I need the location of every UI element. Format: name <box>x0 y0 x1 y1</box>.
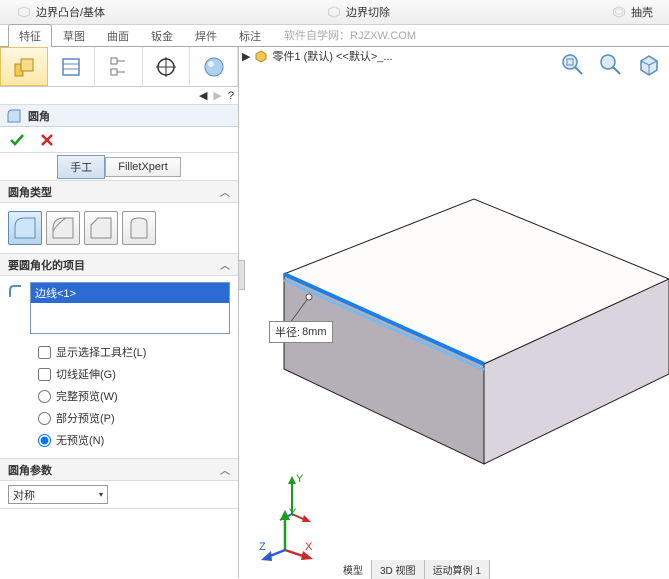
breadcrumb-arrow-icon[interactable]: ▶ <box>242 50 250 63</box>
featuremgr-tab-icon[interactable] <box>0 47 48 86</box>
ok-button[interactable] <box>8 131 26 149</box>
constant-radius-button[interactable] <box>8 211 42 245</box>
dimxpert-tab-icon[interactable] <box>143 47 191 86</box>
part-icon <box>254 49 268 63</box>
symmetric-combo[interactable]: 对称▾ <box>8 485 108 504</box>
radius-label: 半径: <box>275 324 300 340</box>
svg-text:Z: Z <box>259 541 266 553</box>
svg-text:Y: Y <box>296 474 304 485</box>
property-manager-panel: ◀ ▶ ? 圆角 手工 FilletXpert 圆角类型 ︿ 要圆角化的项目 <box>0 47 239 578</box>
face-fillet-button[interactable] <box>84 211 118 245</box>
configmgr-tab-icon[interactable] <box>95 47 143 86</box>
propertymgr-tab-icon[interactable] <box>48 47 96 86</box>
help-icon[interactable]: ? <box>228 90 234 102</box>
chevron-up-icon[interactable]: ︿ <box>220 462 230 477</box>
tab-sketch[interactable]: 草图 <box>52 24 96 47</box>
history-back-icon[interactable]: ◀ <box>199 89 207 102</box>
tab-feature[interactable]: 特征 <box>8 24 52 47</box>
partial-preview-option[interactable]: 部分预览(P) <box>38 410 230 426</box>
items-to-fillet-header: 要圆角化的项目 <box>8 257 85 273</box>
chevron-up-icon[interactable]: ︿ <box>220 184 230 199</box>
view-triad-icon: Y X Z <box>257 506 317 562</box>
bottom-tab-motion[interactable]: 运动算例 1 <box>425 560 490 579</box>
tab-sheetmetal[interactable]: 钣金 <box>140 24 184 47</box>
variable-radius-button[interactable] <box>46 211 80 245</box>
svg-text:X: X <box>305 541 313 553</box>
fillet-type-header: 圆角类型 <box>8 184 52 200</box>
fillet-params-header: 圆角参数 <box>8 462 52 478</box>
svg-text:Y: Y <box>289 507 297 519</box>
chevron-up-icon[interactable]: ︿ <box>220 257 230 272</box>
bottom-tab-model[interactable]: 模型 <box>335 560 372 579</box>
boss-base-button[interactable]: 边界凸台/基体 <box>8 2 113 22</box>
feature-title: 圆角 <box>28 108 50 124</box>
full-round-button[interactable] <box>122 211 156 245</box>
no-preview-option[interactable]: 无预览(N) <box>38 432 230 448</box>
boundary-cut-button[interactable]: 边界切除 <box>318 2 398 22</box>
radius-value: 8mm <box>302 326 326 338</box>
render-tab-icon[interactable] <box>190 47 238 86</box>
tab-weldment[interactable]: 焊件 <box>184 24 228 47</box>
cancel-button[interactable] <box>38 131 56 149</box>
filletxpert-mode-button[interactable]: FilletXpert <box>105 157 181 177</box>
shell-label: 抽壳 <box>631 4 653 20</box>
tab-annotate[interactable]: 标注 <box>228 24 272 47</box>
history-fwd-icon: ▶ <box>213 89 221 102</box>
breadcrumb-part-name[interactable]: 零件1 (默认) <<默认>_... <box>272 48 392 64</box>
show-toolbar-option[interactable]: 显示选择工具栏(L) <box>38 344 230 360</box>
radius-callout[interactable]: 半径: 8mm <box>269 321 333 343</box>
selection-list[interactable]: 边线<1> <box>30 282 230 334</box>
boss-base-label: 边界凸台/基体 <box>36 4 105 20</box>
tab-surface[interactable]: 曲面 <box>96 24 140 47</box>
splitter-handle[interactable] <box>239 260 245 290</box>
fillet-icon <box>6 108 22 124</box>
manual-mode-button[interactable]: 手工 <box>57 155 105 179</box>
bottom-tab-3dview[interactable]: 3D 视图 <box>372 560 425 579</box>
tangent-prop-option[interactable]: 切线延伸(G) <box>38 366 230 382</box>
selected-edge-item[interactable]: 边线<1> <box>31 283 229 303</box>
shell-button[interactable]: 抽壳 <box>603 2 661 22</box>
full-preview-option[interactable]: 完整预览(W) <box>38 388 230 404</box>
graphics-viewport[interactable]: ▶ 零件1 (默认) <<默认>_... <box>239 47 669 578</box>
watermark-text: 软件自学网：RJZXW.COM <box>284 27 416 46</box>
edge-select-icon <box>8 284 24 300</box>
boundary-cut-label: 边界切除 <box>346 4 390 20</box>
